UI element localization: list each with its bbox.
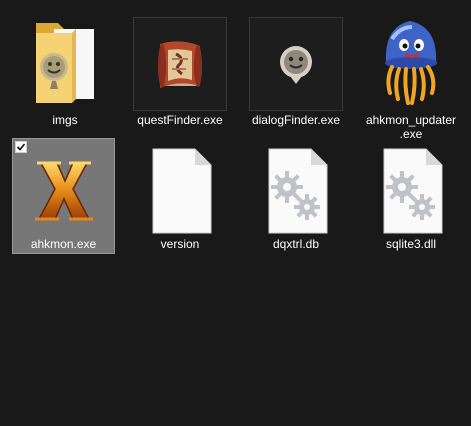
folder-icon (18, 17, 112, 111)
file-label: ahkmon_updater .exe (365, 113, 457, 141)
file-label: dialogFinder.exe (251, 113, 341, 127)
file-item-questfinder[interactable]: questFinder.exe (129, 8, 231, 127)
file-label: sqlite3.dll (385, 237, 437, 251)
file-item-ahkmon-updater[interactable]: ahkmon_updater .exe (360, 8, 462, 141)
scroll-icon (133, 17, 227, 111)
x-logo-icon (17, 143, 111, 237)
file-item-sqlite3[interactable]: sqlite3.dll (360, 138, 462, 254)
file-item-dialogfinder[interactable]: dialogFinder.exe (245, 8, 347, 127)
file-label: dqxtrl.db (272, 237, 320, 251)
slime-jellyfish-icon (364, 17, 458, 111)
file-label: ahkmon.exe (30, 237, 97, 251)
settings-file-icon (364, 143, 458, 237)
file-label: version (160, 237, 200, 251)
settings-file-icon (249, 143, 343, 237)
speech-bubble-icon (249, 17, 343, 111)
file-label: imgs (52, 113, 78, 127)
file-item-version[interactable]: version (129, 138, 231, 254)
file-item-imgs[interactable]: imgs (14, 8, 116, 127)
file-label: questFinder.exe (137, 113, 223, 127)
file-grid: imgs questFinder.exe dialogFinder.exe ah… (0, 0, 471, 426)
file-item-dqxtrl[interactable]: dqxtrl.db (245, 138, 347, 254)
file-item-ahkmon[interactable]: ahkmon.exe (12, 138, 115, 254)
blank-file-icon (133, 143, 227, 237)
